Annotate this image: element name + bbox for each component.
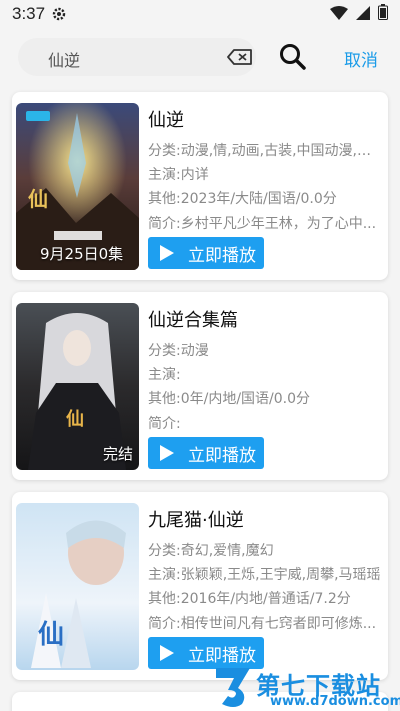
play-now-label: 立即播放 (188, 445, 256, 466)
search-input[interactable]: 仙逆 (18, 38, 256, 76)
svg-text:仙: 仙 (38, 620, 64, 650)
status-badge: 完结 (102, 445, 133, 463)
result-other: 其他:2023年/大陆/国语/0.0分 (148, 191, 337, 207)
poster-image[interactable]: 仙 (16, 503, 139, 670)
signal-icon (356, 5, 370, 24)
result-cast: 主演:张颖颖,王烁,王宇威,周攀,马瑶瑶 (148, 567, 381, 583)
result-intro: 简介: (148, 416, 181, 432)
result-category: 分类:奇幻,爱情,魔幻 (148, 543, 274, 559)
result-other: 其他:0年/内地/国语/0.0分 (148, 391, 311, 407)
status-bar: 3:37 (0, 0, 400, 28)
play-now-button[interactable]: 立即播放 (148, 437, 264, 469)
search-bar: 仙逆 取消 (0, 36, 400, 80)
play-now-button[interactable]: 立即播放 (148, 237, 264, 269)
play-icon (160, 245, 174, 261)
watermark-url: www.d7down.com (270, 694, 400, 709)
result-category: 分类:动漫 (148, 343, 209, 359)
result-title[interactable]: 仙逆 (148, 106, 184, 132)
poster-image[interactable]: 仙 9月25日0集 (16, 103, 139, 270)
cancel-button[interactable]: 取消 (344, 46, 378, 71)
search-icon[interactable] (278, 42, 308, 72)
episode-badge: 9月25日0集 (40, 245, 124, 263)
play-now-label: 立即播放 (188, 245, 256, 266)
result-title[interactable]: 仙逆合集篇 (148, 306, 238, 332)
result-card[interactable]: 仙 9月25日0集 仙逆 分类:动漫,情,动画,古装,中国动漫,国... 主演:… (12, 92, 388, 280)
site-watermark: 第七下载站 www.d7down.com (208, 662, 400, 710)
play-icon (160, 645, 174, 661)
settings-gear-icon (51, 6, 67, 22)
result-intro: 简介:相传世间凡有七窍者即可修炼... (148, 616, 377, 632)
svg-text:仙: 仙 (28, 187, 48, 211)
result-card[interactable]: 仙 九尾猫·仙逆 分类:奇幻,爱情,魔幻 主演:张颖颖,王烁,王宇威,周攀,马瑶… (12, 492, 388, 680)
result-cast: 主演:内详 (148, 167, 209, 183)
clear-search-icon[interactable] (226, 47, 254, 67)
watermark-logo-icon (216, 668, 250, 707)
status-time: 3:37 (12, 4, 46, 23)
play-icon (160, 445, 174, 461)
result-title[interactable]: 九尾猫·仙逆 (148, 506, 244, 532)
result-other: 其他:2016年/内地/普通话/7.2分 (148, 591, 351, 607)
battery-icon (378, 4, 388, 24)
result-category: 分类:动漫,情,动画,古装,中国动漫,国... (148, 143, 382, 159)
result-intro: 简介:乡村平凡少年王林，为了心中... (148, 216, 377, 232)
search-query[interactable]: 仙逆 (48, 47, 80, 71)
result-card[interactable]: 仙 完结 仙逆合集篇 分类:动漫 主演: 其他:0年/内地/国语/0.0分 简介… (12, 292, 388, 480)
result-cast: 主演: (148, 367, 181, 383)
svg-text:仙: 仙 (66, 408, 84, 430)
poster-image[interactable]: 仙 完结 (16, 303, 139, 470)
wifi-icon (330, 5, 348, 24)
